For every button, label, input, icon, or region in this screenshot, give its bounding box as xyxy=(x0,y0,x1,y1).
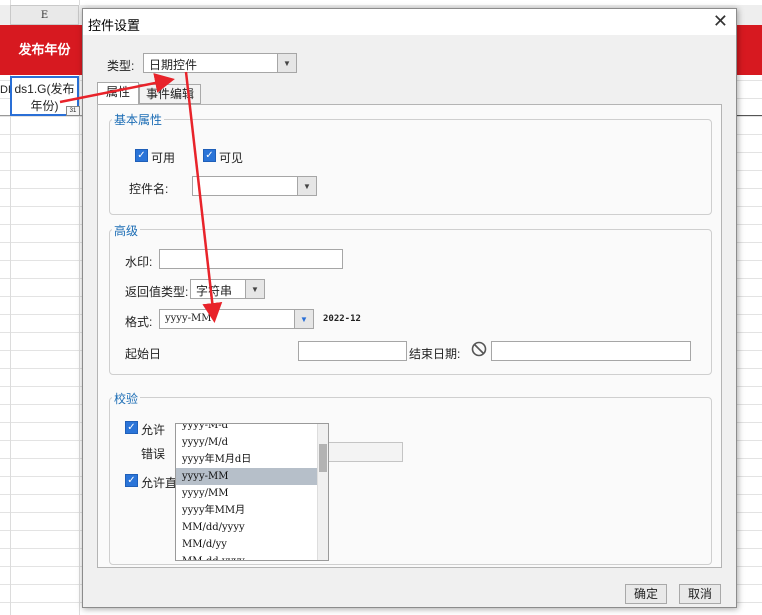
watermark-input[interactable] xyxy=(159,249,343,269)
widget-settings-dialog: 控件设置 ✕ 类型: 日期控件 ▼ 属性 事件编辑 基本属性 ✓ 可用 ✓ 可见… xyxy=(82,8,737,608)
format-option[interactable]: MM/d/yy xyxy=(176,536,317,553)
dialog-title: 控件设置 xyxy=(88,18,141,33)
widget-name-label: 控件名: xyxy=(129,182,169,196)
type-select-value: 日期控件 xyxy=(149,58,198,72)
return-type-select[interactable]: 字符串 ▼ xyxy=(190,279,265,299)
format-select[interactable]: yyyy-MM ▼ xyxy=(159,309,314,329)
format-dropdown-list[interactable]: yyyy-M-d yyyy/M/d yyyy年M月d日 yyyy-MM yyyy… xyxy=(175,423,329,561)
properties-panel: 基本属性 ✓ 可用 ✓ 可见 控件名: ▼ 高级 水印: 返回值类型: 字符串 … xyxy=(97,104,722,568)
no-limit-icon[interactable] xyxy=(471,341,487,357)
watermark-label: 水印: xyxy=(125,255,153,269)
tab-properties[interactable]: 属性 xyxy=(97,82,139,104)
type-label: 类型: xyxy=(107,59,135,73)
visible-label: 可见 xyxy=(219,151,244,165)
validation-title: 校验 xyxy=(112,390,141,407)
format-preview: 2022-12 xyxy=(323,314,361,324)
basic-properties-group xyxy=(109,119,712,215)
column-header-e[interactable]: E xyxy=(10,5,79,25)
type-select[interactable]: 日期控件 ▼ xyxy=(143,53,297,73)
header-cell[interactable]: 发布年份 xyxy=(10,25,79,75)
format-option[interactable]: MM/dd/yyyy xyxy=(176,519,317,536)
dialog-titlebar: 控件设置 ✕ xyxy=(83,9,736,35)
start-date-input[interactable] xyxy=(298,341,407,361)
format-option-selected[interactable]: yyyy-MM xyxy=(176,468,317,485)
format-select-value: yyyy-MM xyxy=(165,313,212,324)
chevron-down-icon[interactable]: ▼ xyxy=(297,177,316,195)
enabled-checkbox[interactable]: ✓ xyxy=(135,149,148,162)
chevron-down-icon[interactable]: ▼ xyxy=(277,54,296,72)
format-option[interactable]: yyyy/M/d xyxy=(176,434,317,451)
advanced-title: 高级 xyxy=(112,222,141,239)
visible-checkbox[interactable]: ✓ xyxy=(203,149,216,162)
format-option[interactable]: yyyy年MM月 xyxy=(176,502,317,519)
close-icon[interactable]: ✕ xyxy=(713,11,728,32)
row-divider xyxy=(736,115,762,116)
cancel-button[interactable]: 取消 xyxy=(679,584,721,604)
ok-button[interactable]: 确定 xyxy=(625,584,667,604)
format-option[interactable]: yyyy/MM xyxy=(176,485,317,502)
direct-edit-checkbox[interactable]: ✓ xyxy=(125,474,138,487)
end-date-label: 结束日期: xyxy=(409,347,461,361)
widget-name-select[interactable]: ▼ xyxy=(192,176,317,196)
format-option[interactable]: yyyy-M-d xyxy=(176,424,317,434)
selected-cell-line-1: ds1.G(发布 xyxy=(14,82,75,96)
end-date-input[interactable] xyxy=(491,341,691,361)
dropdown-scrollbar[interactable] xyxy=(317,424,328,560)
widget-badge-icon[interactable]: 31 xyxy=(66,106,80,116)
start-date-label: 起始日 xyxy=(125,347,162,361)
allow-empty-label: 允许 xyxy=(141,423,166,437)
tab-event-editing[interactable]: 事件编辑 xyxy=(139,84,201,104)
return-type-label: 返回值类型: xyxy=(125,285,189,299)
chevron-down-icon[interactable]: ▼ xyxy=(294,310,313,328)
basic-properties-title: 基本属性 xyxy=(112,111,165,128)
return-type-value: 字符串 xyxy=(196,284,233,298)
format-option[interactable]: MM-dd-yyyy xyxy=(176,553,317,560)
enabled-label: 可用 xyxy=(151,151,176,165)
allow-empty-checkbox[interactable]: ✓ xyxy=(125,421,138,434)
format-option[interactable]: yyyy年M月d日 xyxy=(176,451,317,468)
format-label: 格式: xyxy=(125,315,153,329)
chevron-down-icon[interactable]: ▼ xyxy=(245,280,264,298)
error-label: 错误 xyxy=(141,447,166,461)
scrollbar-thumb[interactable] xyxy=(319,444,327,472)
